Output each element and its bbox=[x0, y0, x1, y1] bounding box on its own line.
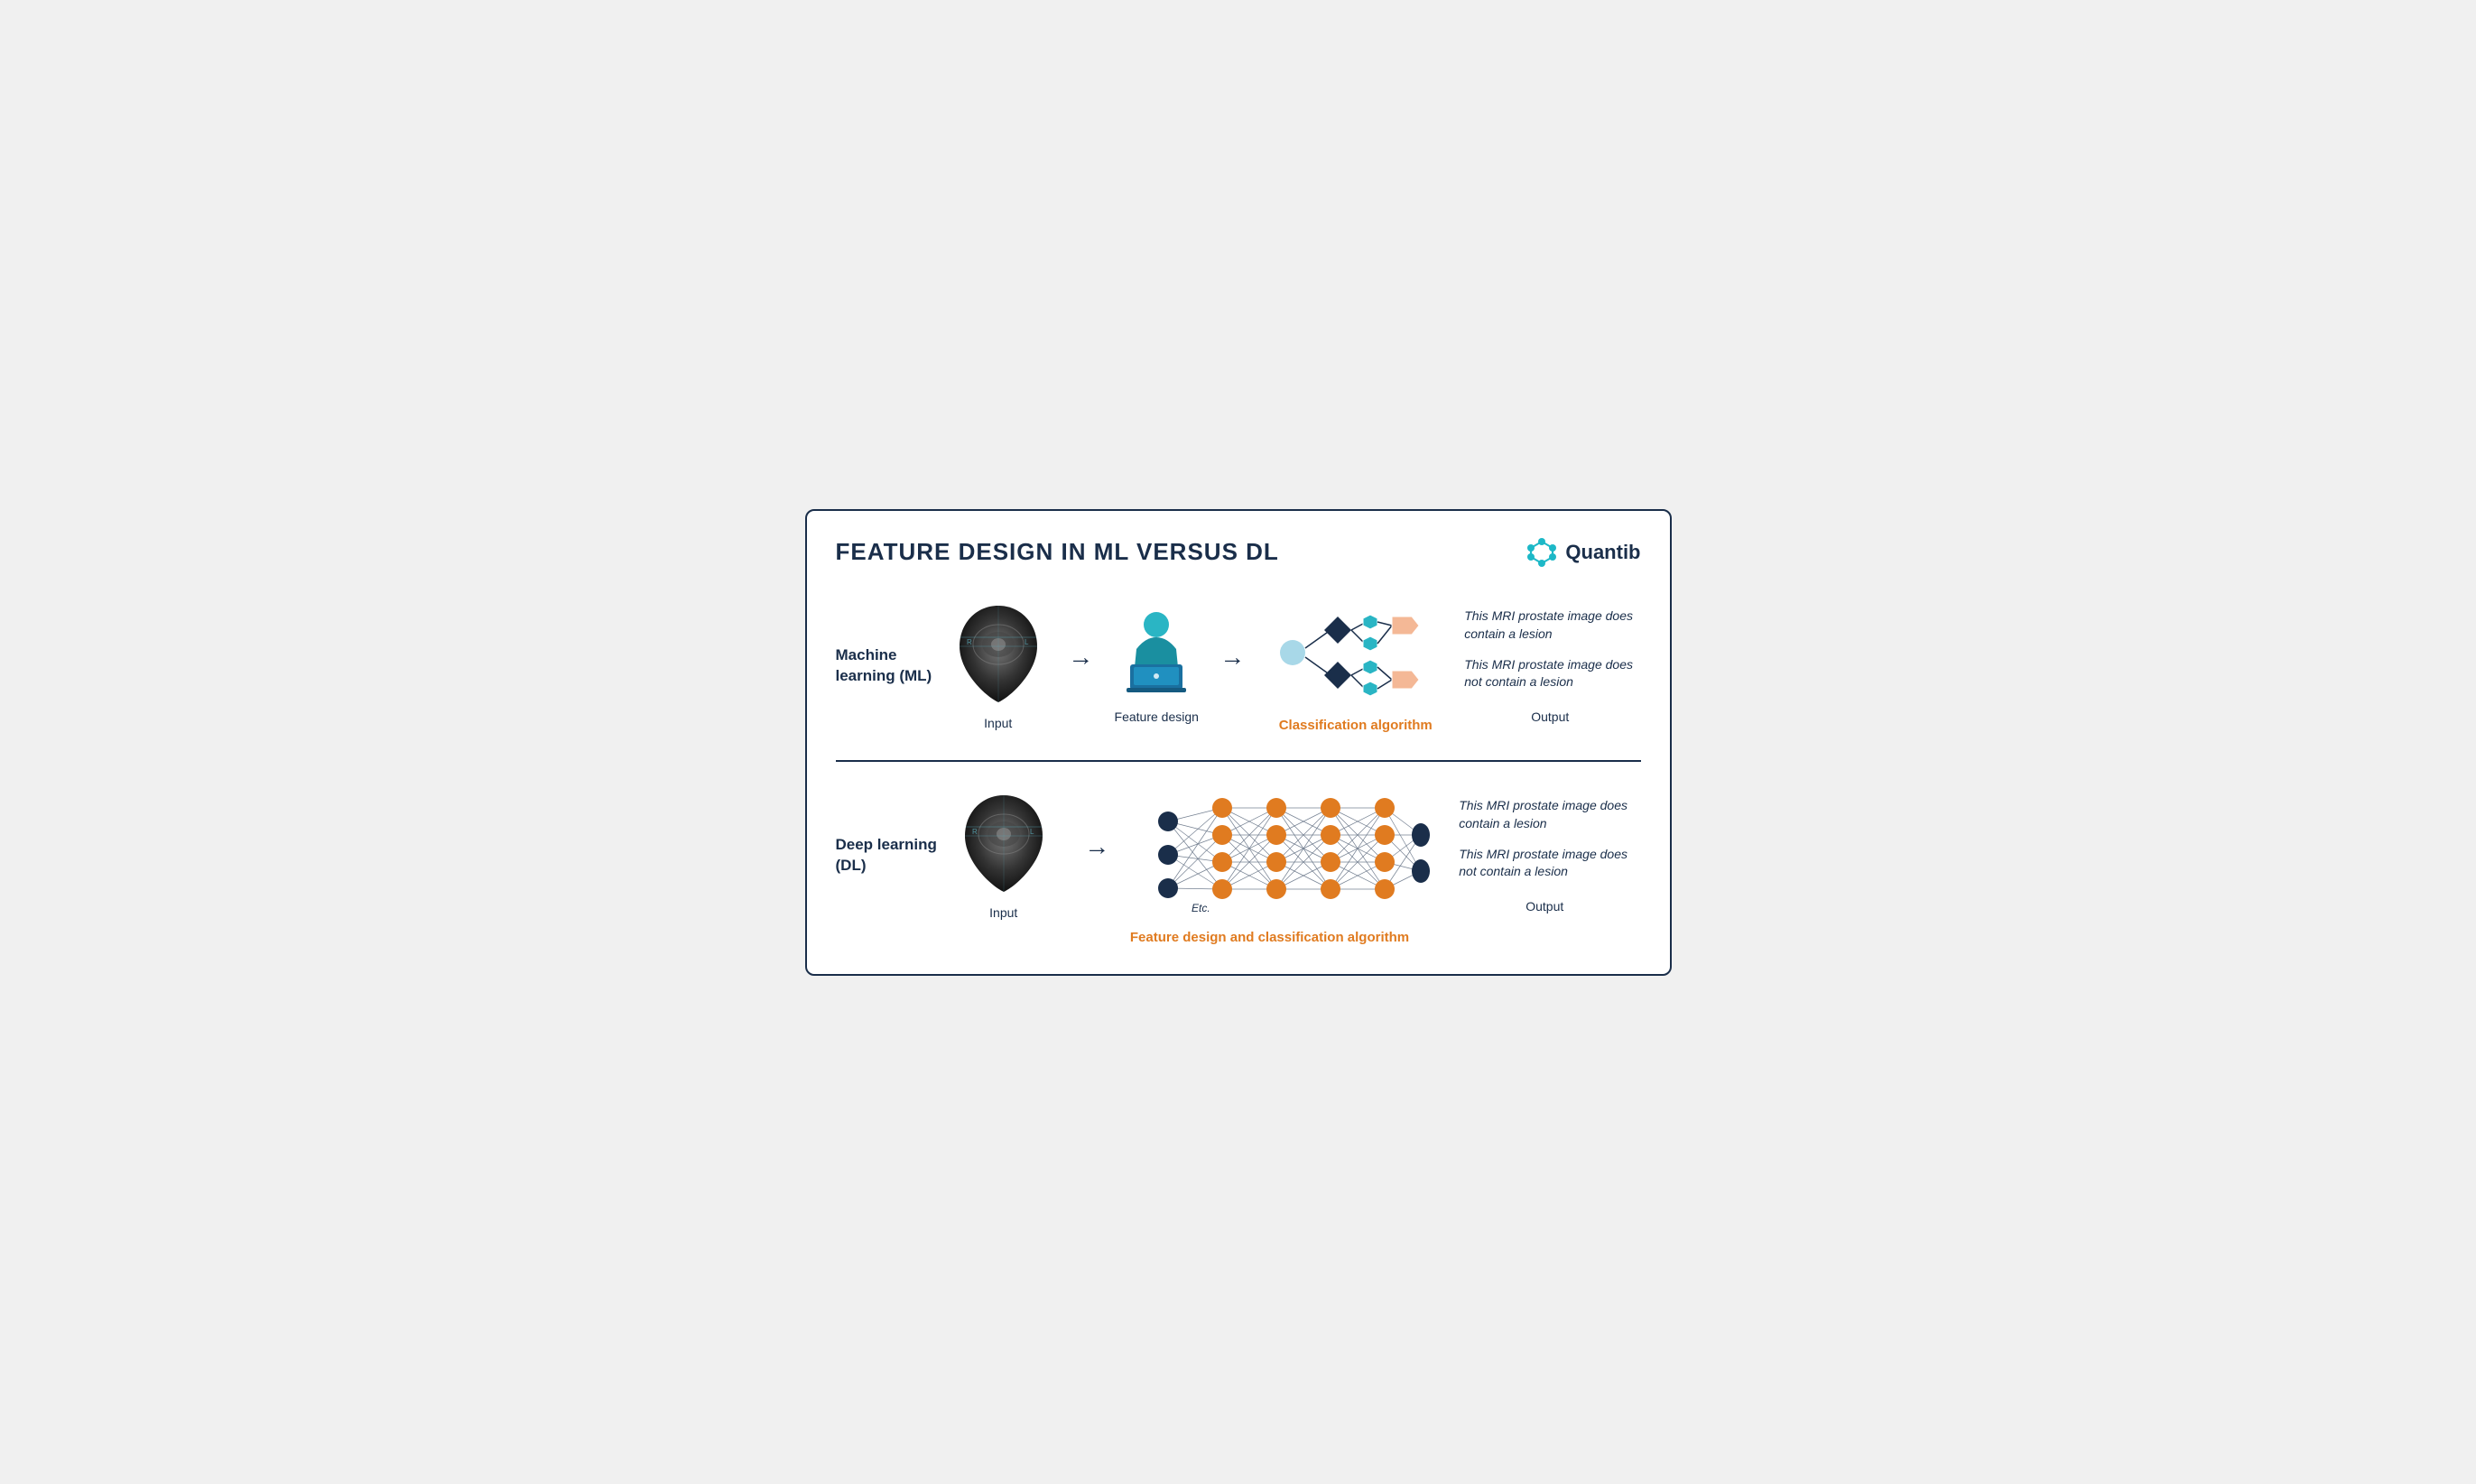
ml-classif-label: Classification algorithm bbox=[1279, 718, 1433, 733]
svg-text:L: L bbox=[1025, 638, 1029, 646]
dl-output-label: Output bbox=[1459, 899, 1630, 914]
dl-nn-step: Etc. bbox=[1141, 790, 1430, 921]
svg-text:L: L bbox=[1030, 828, 1034, 836]
person-laptop-icon bbox=[1114, 608, 1200, 699]
page-title: FEATURE DESIGN IN ML VERSUS DL bbox=[836, 538, 1279, 566]
dl-section: Deep learning (DL) bbox=[836, 774, 1641, 945]
dl-label: Deep learning (DL) bbox=[836, 835, 944, 875]
ml-label: Machine learning (ML) bbox=[836, 645, 944, 685]
ml-input-label: Input bbox=[984, 716, 1012, 730]
dl-output2: This MRI prostate image does not contain… bbox=[1459, 846, 1630, 881]
dl-combined-label: Feature design and classification algori… bbox=[1071, 930, 1470, 945]
ml-classif-diagram bbox=[1266, 598, 1446, 707]
ml-input-step: R L Input bbox=[949, 601, 1048, 730]
logo: Quantib bbox=[1525, 536, 1640, 569]
dl-input-label: Input bbox=[989, 905, 1017, 920]
logo-text: Quantib bbox=[1565, 541, 1640, 564]
ml-feature-step: Feature design bbox=[1114, 608, 1200, 724]
dl-neural-network: Etc. bbox=[1141, 790, 1430, 921]
dl-output1: This MRI prostate image does contain a l… bbox=[1459, 797, 1630, 832]
dl-mri-image: R L bbox=[954, 791, 1053, 895]
ml-section: Machine learning (ML) bbox=[836, 585, 1641, 747]
dl-arrow: → bbox=[1084, 832, 1109, 879]
ml-section-main: Machine learning (ML) bbox=[836, 585, 1641, 747]
dl-bottom-labels: Feature design and classification algori… bbox=[836, 930, 1641, 945]
ml-arrow2: → bbox=[1219, 643, 1245, 690]
ml-feature-label: Feature design bbox=[1115, 710, 1199, 724]
dl-content: R L Input → bbox=[944, 790, 1641, 921]
svg-text:R: R bbox=[967, 638, 972, 646]
ml-output-texts: This MRI prostate image does contain a l… bbox=[1464, 608, 1636, 723]
svg-text:R: R bbox=[972, 828, 978, 836]
quantib-logo-icon bbox=[1525, 536, 1558, 569]
main-card: FEATURE DESIGN IN ML VERSUS DL Quantib bbox=[805, 509, 1672, 976]
dl-input-step: R L Input bbox=[954, 791, 1053, 920]
ml-output1: This MRI prostate image does contain a l… bbox=[1464, 608, 1636, 643]
ml-mri-image: R L bbox=[949, 601, 1048, 705]
ml-output-label: Output bbox=[1464, 710, 1636, 724]
svg-text:Etc.: Etc. bbox=[1192, 902, 1210, 914]
section-divider bbox=[836, 760, 1641, 762]
header: FEATURE DESIGN IN ML VERSUS DL Quantib bbox=[836, 536, 1641, 569]
ml-output2: This MRI prostate image does not contain… bbox=[1464, 656, 1636, 691]
ml-classif-step: Classification algorithm bbox=[1266, 598, 1446, 733]
dl-output-texts: This MRI prostate image does contain a l… bbox=[1459, 797, 1630, 913]
ml-arrow1: → bbox=[1068, 643, 1093, 690]
dl-section-main: Deep learning (DL) bbox=[836, 774, 1641, 937]
ml-content: R L Input → bbox=[944, 598, 1641, 733]
